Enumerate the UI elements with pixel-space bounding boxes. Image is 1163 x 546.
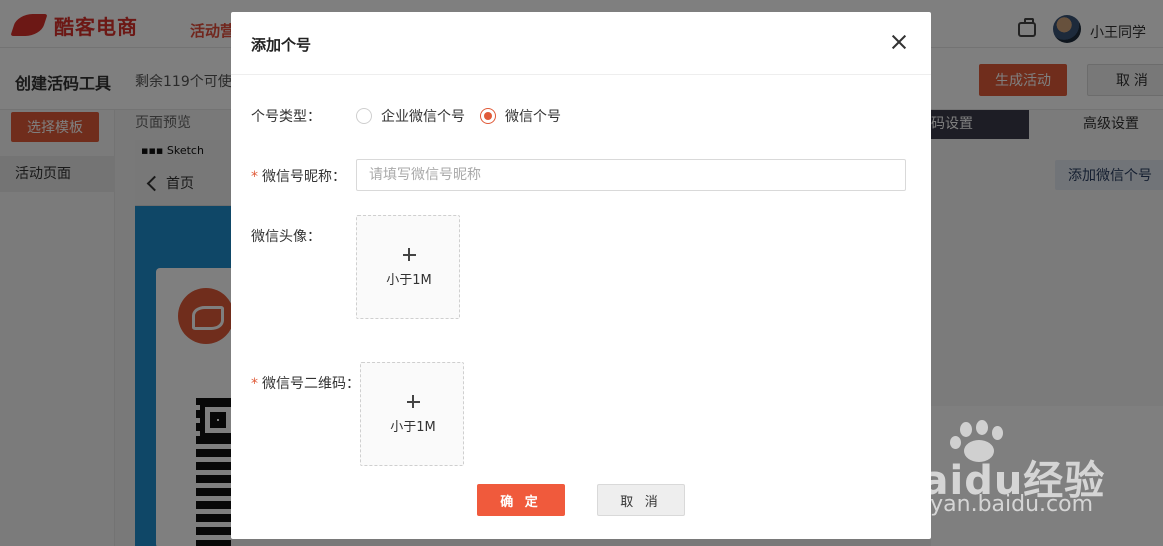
radio-personal-wechat[interactable]: 微信个号 [480,106,561,126]
avatar-label: 微信头像： [251,229,321,245]
radio-button[interactable] [356,108,372,124]
qrcode-upload[interactable]: 小于1M [360,362,464,466]
nickname-label-text: 微信号昵称： [262,169,346,185]
confirm-button[interactable]: 确 定 [477,484,565,516]
watermark-url: jingyan.baidu.com [890,492,1094,517]
dialog-header: 添加个号 [231,12,931,75]
qrcode-label: * 微信号二维码： [251,373,360,393]
upload-hint: 小于1M [386,273,432,288]
account-type-label: 个号类型： [251,109,321,125]
nickname-label: * 微信号昵称： [251,166,346,186]
nickname-input[interactable] [356,159,906,191]
plus-icon [403,248,416,261]
add-account-dialog: 添加个号 个号类型： 企业微信个号 微信个号 *微信号昵称： 微信头像： 小于1… [231,12,931,539]
dialog-title: 添加个号 [251,36,312,54]
avatar-upload[interactable]: 小于1M [356,215,460,319]
radio-button-checked[interactable] [480,108,496,124]
plus-icon [407,395,420,408]
radio-label: 企业微信个号 [381,109,465,125]
baidu-watermark: Baidu经验 jingyan.baidu.com [890,420,1155,525]
required-marker: * [251,169,258,185]
qrcode-label-text: 微信号二维码： [262,376,360,392]
radio-label: 微信个号 [505,109,561,125]
close-icon[interactable] [891,34,907,50]
radio-enterprise-wechat[interactable]: 企业微信个号 [356,106,465,126]
upload-hint: 小于1M [390,420,436,435]
required-marker: * [251,376,258,392]
cancel-button[interactable]: 取 消 [597,484,685,516]
